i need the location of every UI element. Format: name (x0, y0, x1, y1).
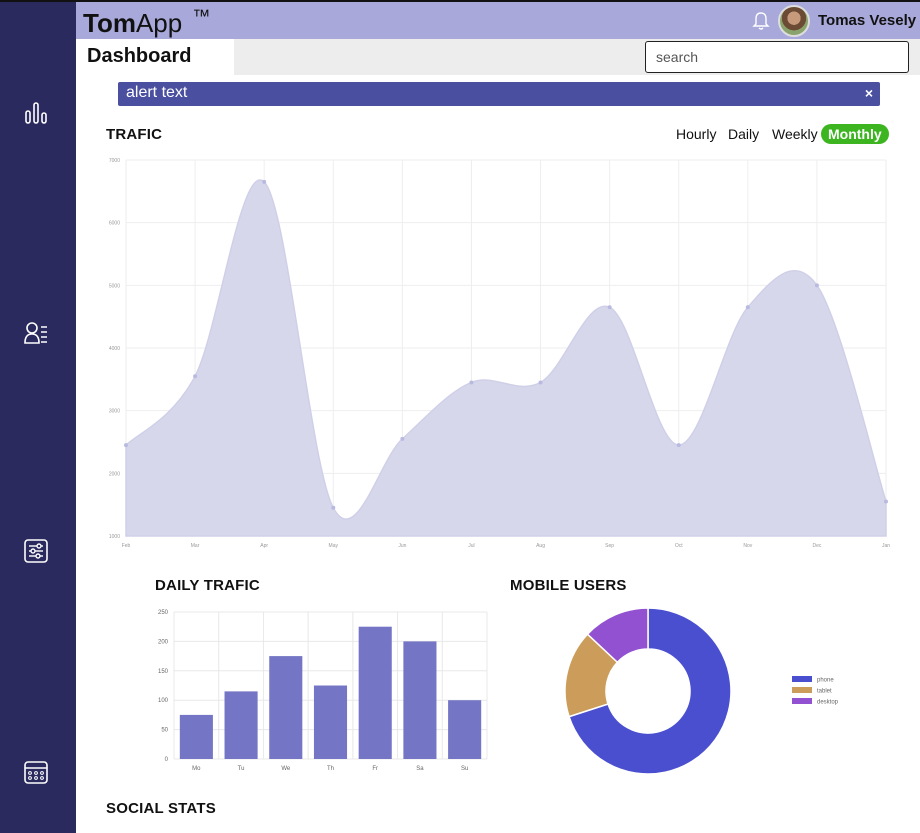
tab-dashboard[interactable]: Dashboard (76, 39, 234, 75)
x-tick-label: Apr (260, 543, 268, 549)
range-daily[interactable]: Daily (721, 124, 766, 144)
data-point (193, 374, 198, 379)
calendar-icon[interactable] (22, 758, 50, 786)
brand-bold: Tom (83, 8, 136, 38)
traffic-area (125, 179, 887, 537)
y-tick-label: 50 (161, 728, 168, 734)
legend-swatch (792, 676, 812, 682)
traffic-chart: 1000 2000 3000 4000 5000 6000 7000 Feb Mar Apr May… (109, 158, 890, 549)
close-icon[interactable]: × (865, 85, 873, 101)
x-tick-label: Tu (238, 766, 245, 772)
x-tick-label: Sep (605, 543, 614, 549)
tab-bar: Dashboard (76, 39, 920, 75)
settings-sliders-icon[interactable] (22, 537, 50, 565)
bar (403, 641, 437, 759)
x-tick-label: Su (461, 766, 468, 772)
x-tick-label: Th (327, 766, 334, 772)
legend-swatch (792, 698, 812, 704)
x-tick-label: Feb (122, 543, 131, 549)
app-logo[interactable]: TomApp ™ (83, 6, 210, 39)
search-input[interactable] (645, 41, 909, 73)
bell-icon[interactable] (752, 11, 770, 31)
x-tick-label: Dec (812, 543, 821, 549)
data-point (884, 499, 888, 504)
y-tick-label: 2000 (109, 471, 120, 477)
traffic-title: TRAFIC (106, 126, 163, 143)
alert-text: alert text (126, 84, 188, 101)
x-tick-label: Fr (372, 766, 378, 772)
x-tick-label: Jun (398, 543, 406, 549)
x-tick-label: Nov (743, 543, 752, 549)
y-tick-label: 150 (158, 669, 169, 675)
bar-chart-icon[interactable] (22, 99, 50, 127)
x-tick-label: May (329, 543, 339, 549)
y-tick-label: 4000 (109, 346, 120, 352)
data-point (814, 283, 819, 288)
legend-label: phone (817, 678, 834, 684)
legend-label: desktop (817, 700, 839, 706)
bar (358, 626, 392, 759)
data-point (607, 305, 612, 310)
bar (448, 700, 482, 759)
brand-rest: App (135, 8, 183, 38)
legend-label: tablet (817, 689, 832, 695)
data-point (745, 305, 750, 310)
y-tick-label: 3000 (109, 409, 120, 415)
avatar[interactable] (778, 5, 810, 37)
data-point (676, 443, 681, 448)
y-tick-label: 0 (165, 757, 169, 763)
range-monthly[interactable]: Monthly (821, 124, 889, 144)
bar (313, 685, 348, 759)
x-tick-label: Mo (192, 766, 201, 772)
data-point (400, 436, 405, 441)
y-tick-label: 200 (158, 639, 169, 645)
mobile-users-chart: phone tablet desktop (564, 607, 839, 775)
top-header: TomApp ™ Tomas Vesely (76, 0, 920, 39)
y-tick-label: 250 (158, 610, 169, 616)
user-name[interactable]: Tomas Vesely (818, 12, 916, 29)
x-tick-label: We (281, 766, 291, 772)
social-title: SOCIAL STATS (106, 800, 216, 817)
x-tick-label: Mar (191, 543, 200, 549)
x-tick-label: Oct (675, 543, 683, 549)
data-point (262, 179, 267, 184)
daily-title: DAILY TRAFIC (155, 577, 260, 594)
y-tick-label: 6000 (109, 221, 120, 227)
y-tick-label: 7000 (109, 158, 120, 164)
x-tick-label: Sa (416, 766, 424, 772)
x-tick-label: Jan (882, 543, 890, 549)
bar (269, 656, 303, 759)
mobile-title: MOBILE USERS (510, 577, 627, 594)
data-point (124, 443, 128, 448)
daily-traffic-chart: 0 50 100 150 200 250 Mo Tu We Th Fr Sa Su (158, 610, 488, 772)
x-tick-label: Jul (468, 543, 474, 549)
y-tick-label: 100 (158, 698, 169, 704)
trademark: ™ (192, 6, 211, 26)
sidebar (0, 0, 76, 833)
y-tick-label: 5000 (109, 283, 120, 289)
range-hourly[interactable]: Hourly (669, 124, 723, 144)
range-weekly[interactable]: Weekly (765, 124, 825, 144)
alert-banner: alert text × (118, 82, 880, 106)
data-point (469, 380, 474, 385)
legend-swatch (792, 687, 812, 693)
x-tick-label: Aug (536, 543, 545, 549)
bar (224, 691, 258, 759)
y-tick-label: 1000 (109, 534, 120, 540)
data-point (538, 380, 543, 385)
user-list-icon[interactable] (22, 319, 50, 347)
bar (179, 714, 213, 759)
data-point (331, 505, 336, 510)
